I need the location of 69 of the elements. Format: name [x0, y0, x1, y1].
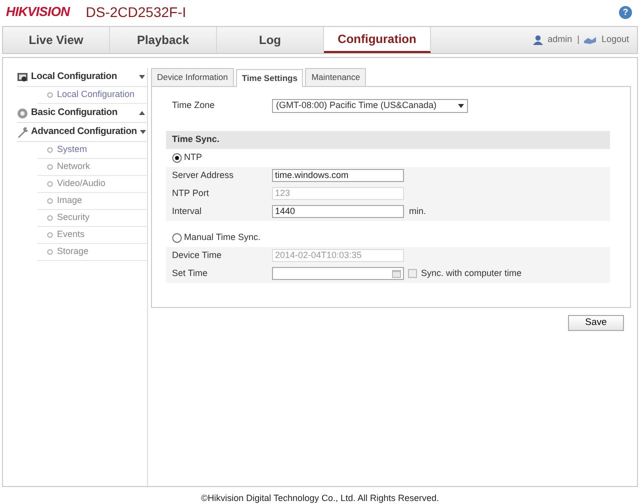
radio-label: Manual Time Sync.	[184, 231, 261, 244]
sidebar-item[interactable]: Local Configuration	[37, 87, 147, 104]
item-label: Local Configuration	[57, 88, 135, 102]
copyright-text: ©Hikvision Digital Technology Co., Ltd. All Rights Reserved.	[200, 492, 440, 504]
model-name: DS-2CD2532F-I	[86, 2, 186, 22]
nav-tab[interactable]: Playback	[110, 27, 217, 53]
item-label: Network	[57, 160, 90, 174]
select-value: (GMT-08:00) Pacific Time (US&Canada)	[276, 99, 438, 112]
item-label: System	[57, 143, 88, 156]
time-zone-select[interactable]: (GMT-08:00) Pacific Time (US&Canada)	[272, 98, 468, 113]
group-label: Basic Configuration	[31, 106, 118, 120]
checkbox-label: Sync. with computer time	[421, 267, 522, 280]
field-label: Set Time	[172, 267, 209, 280]
help-button[interactable]: ?	[619, 6, 632, 18]
checkbox[interactable]	[408, 269, 417, 278]
bullet-icon	[47, 215, 53, 221]
username: admin	[548, 33, 572, 46]
unit-label: min.	[409, 205, 426, 218]
wrench-icon	[17, 126, 28, 138]
nav-tab[interactable]: Live View	[3, 27, 110, 53]
field-label: Device Time	[172, 249, 223, 262]
nav-tab[interactable]: Configuration	[324, 27, 431, 53]
radio-button[interactable]	[172, 232, 182, 243]
bullet-icon	[47, 198, 53, 204]
gear-icon	[17, 108, 28, 118]
input-field[interactable]: time.windows.com	[272, 169, 404, 182]
group-label: Local Configuration	[31, 70, 117, 84]
brand-logo: HIKVISION	[6, 3, 70, 22]
dropdown-icon	[458, 104, 464, 108]
item-label: Video/Audio	[57, 177, 106, 190]
sidebar-item[interactable]: Security	[37, 210, 147, 227]
item-label: Security	[57, 211, 90, 224]
settings-tab[interactable]: Maintenance	[305, 68, 366, 86]
bullet-icon	[47, 181, 53, 187]
save-button[interactable]: Save	[568, 314, 624, 331]
bullet-icon	[47, 92, 53, 98]
date-field[interactable]	[272, 267, 404, 280]
bullet-icon	[47, 249, 53, 255]
field-label: Interval	[172, 205, 203, 218]
item-label: Events	[57, 228, 85, 242]
monitor-icon	[17, 72, 28, 82]
field-label: Server Address	[172, 169, 235, 182]
group-label: Advanced Configuration	[31, 124, 137, 139]
radio-label: NTP	[184, 151, 202, 164]
field-label: Time Zone	[172, 99, 216, 112]
bullet-icon	[47, 147, 53, 153]
bullet-icon	[47, 232, 53, 238]
settings-tab[interactable]: Device Information	[151, 68, 234, 86]
settings-tab[interactable]: Time Settings	[236, 69, 304, 87]
input-field[interactable]: 1440	[272, 205, 404, 218]
radio-button[interactable]	[172, 152, 182, 163]
section-title: Time Sync.	[172, 133, 220, 146]
sidebar-item[interactable]: Video/Audio	[37, 176, 147, 193]
logout-link[interactable]: Logout	[601, 33, 629, 47]
item-label: Storage	[57, 245, 89, 258]
bullet-icon	[47, 164, 53, 170]
field-label: NTP Port	[172, 187, 210, 200]
separator: |	[577, 33, 580, 46]
sidebar-group[interactable]: Advanced Configuration	[17, 123, 147, 142]
sidebar-item[interactable]: Network	[37, 159, 147, 176]
sidebar-group[interactable]: Basic Configuration	[17, 104, 147, 123]
sidebar-item[interactable]: Image	[37, 193, 147, 210]
sidebar-item[interactable]: Storage	[37, 244, 147, 261]
user-icon	[532, 35, 543, 45]
sidebar-item[interactable]: Events	[37, 227, 147, 244]
item-label: Image	[57, 194, 82, 208]
sidebar-group[interactable]: Local Configuration	[17, 68, 147, 87]
calendar-icon	[392, 270, 401, 278]
sidebar-item[interactable]: System	[37, 142, 147, 159]
